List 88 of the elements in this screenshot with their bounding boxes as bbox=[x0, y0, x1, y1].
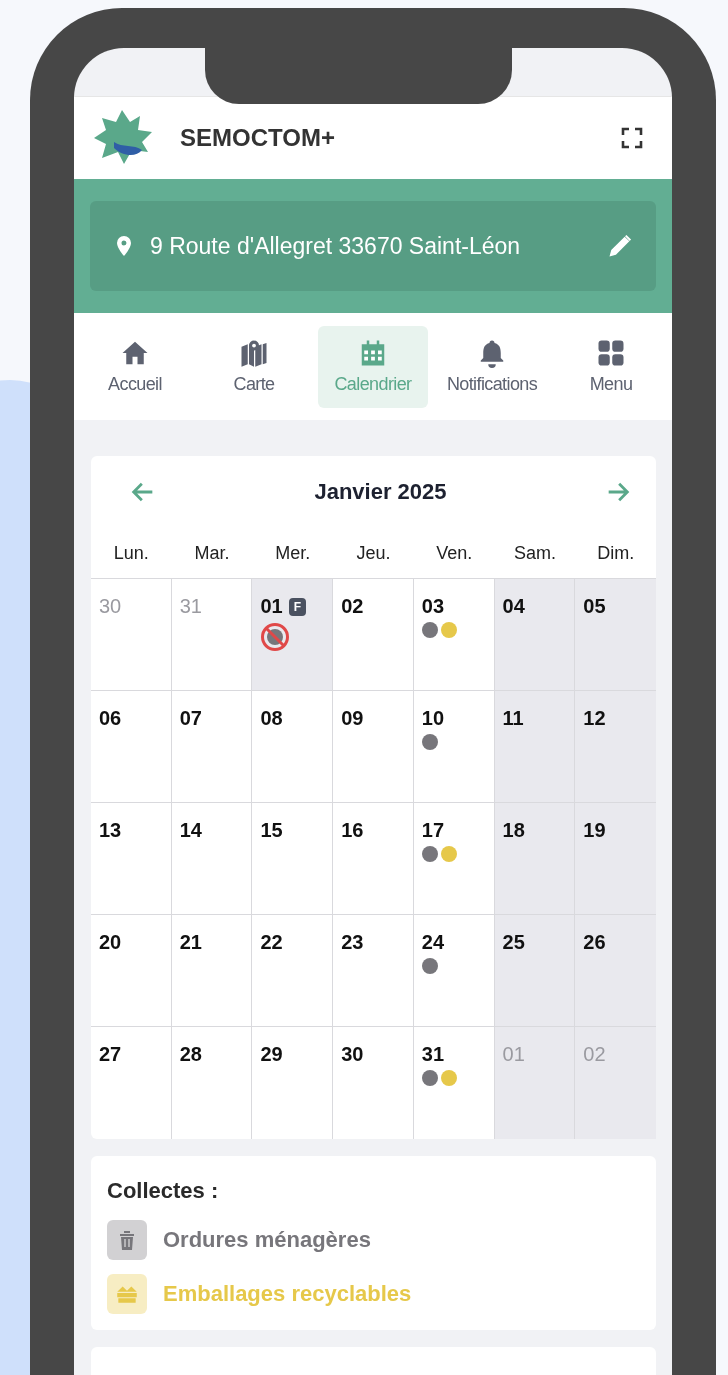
weekday-label: Sam. bbox=[512, 542, 557, 564]
day-cell[interactable]: 12 bbox=[575, 691, 656, 803]
day-number: 28 bbox=[179, 1043, 202, 1066]
day-cell[interactable]: 20 bbox=[91, 915, 172, 1027]
weekday-label: Ven. bbox=[435, 542, 474, 564]
day-cell[interactable]: 27 bbox=[91, 1027, 172, 1139]
day-number: 26 bbox=[583, 931, 606, 954]
legend-title: Collectes : bbox=[107, 1178, 220, 1204]
day-cell[interactable]: 24 bbox=[413, 915, 495, 1027]
day-number: 09 bbox=[341, 707, 364, 730]
day-cell[interactable]: 04 bbox=[494, 579, 576, 691]
day-cell[interactable]: 05 bbox=[575, 579, 656, 691]
day-cell[interactable]: 21 bbox=[171, 915, 253, 1027]
legend-label: Emballages recyclables bbox=[163, 1281, 412, 1307]
day-cell[interactable]: 03 bbox=[413, 579, 495, 691]
app-title: SEMOCTOM+ bbox=[180, 124, 336, 152]
day-number: 30 bbox=[341, 1043, 364, 1066]
weekday-label: Lun. bbox=[112, 542, 150, 564]
day-cell[interactable]: 10 bbox=[413, 691, 495, 803]
weekday-label: Mer. bbox=[274, 542, 312, 564]
day-cell[interactable]: 15 bbox=[252, 803, 334, 915]
day-number: 31 bbox=[421, 1043, 445, 1066]
weekday-label: Dim. bbox=[596, 542, 636, 564]
month-title: Janvier 2025 bbox=[314, 479, 447, 505]
legend-label: Ordures ménagères bbox=[163, 1227, 371, 1253]
day-number: 25 bbox=[502, 931, 525, 954]
day-cell[interactable]: 30 bbox=[333, 1027, 414, 1139]
day-number: 11 bbox=[502, 707, 524, 730]
day-cell[interactable]: 25 bbox=[494, 915, 576, 1027]
day-number: 24 bbox=[421, 931, 445, 954]
day-number: 05 bbox=[583, 595, 606, 618]
weekday-label: Jeu. bbox=[355, 542, 392, 564]
day-cell[interactable]: 09 bbox=[333, 691, 414, 803]
day-cell[interactable]: 02 bbox=[333, 579, 414, 691]
day-cell[interactable]: 26 bbox=[575, 915, 656, 1027]
address-text: 9 Route d'Allegret 33670 Saint-Léon bbox=[150, 232, 522, 260]
nav-tab[interactable]: Notifications bbox=[437, 325, 547, 408]
day-number: 14 bbox=[179, 819, 202, 842]
day-cell[interactable]: 07 bbox=[171, 691, 253, 803]
day-number: 12 bbox=[583, 707, 606, 730]
day-number: 29 bbox=[260, 1043, 283, 1066]
day-number: 08 bbox=[260, 707, 283, 730]
day-number: 30 bbox=[99, 595, 122, 618]
day-number: 07 bbox=[179, 707, 202, 730]
day-number: 06 bbox=[99, 707, 122, 730]
day-number: 31 bbox=[179, 595, 202, 618]
day-cell[interactable]: 11 bbox=[494, 691, 576, 803]
day-number: 18 bbox=[502, 819, 525, 842]
day-number: 15 bbox=[260, 819, 283, 842]
day-number: 10 bbox=[421, 707, 445, 730]
nav-tab[interactable]: Menu bbox=[556, 325, 666, 408]
day-cell[interactable]: 14 bbox=[171, 803, 253, 915]
day-cell[interactable]: 31 bbox=[413, 1027, 495, 1139]
day-number: 16 bbox=[341, 819, 364, 842]
day-number: 19 bbox=[583, 819, 606, 842]
day-number: 01 bbox=[260, 595, 283, 618]
day-number: 20 bbox=[99, 931, 122, 954]
grid-icon bbox=[596, 338, 626, 368]
day-number: 27 bbox=[99, 1043, 122, 1066]
holiday-badge: F bbox=[288, 597, 306, 616]
day-cell[interactable]: 16 bbox=[333, 803, 414, 915]
nav-tab[interactable]: Accueil bbox=[80, 325, 190, 408]
day-number: 13 bbox=[99, 819, 122, 842]
day-cell[interactable]: 18 bbox=[494, 803, 576, 915]
day-number: 04 bbox=[502, 595, 525, 618]
map-icon bbox=[239, 338, 269, 368]
day-cell[interactable]: 29 bbox=[252, 1027, 334, 1139]
day-number: 01 bbox=[502, 1043, 525, 1066]
day-cell[interactable]: 28 bbox=[171, 1027, 253, 1139]
day-cell[interactable]: 13 bbox=[91, 803, 172, 915]
day-cell[interactable]: 22 bbox=[252, 915, 334, 1027]
fullscreen-icon bbox=[620, 126, 644, 150]
day-number: 03 bbox=[421, 595, 445, 618]
day-cell[interactable]: 17 bbox=[413, 803, 495, 915]
day-number: 02 bbox=[583, 1043, 606, 1066]
day-number: 23 bbox=[341, 931, 364, 954]
day-cell[interactable]: 06 bbox=[91, 691, 172, 803]
day-cell[interactable]: 08 bbox=[252, 691, 334, 803]
fullscreen-button[interactable] bbox=[620, 126, 644, 150]
day-number: 22 bbox=[260, 931, 283, 954]
day-number: 02 bbox=[341, 595, 364, 618]
day-cell[interactable]: 01 F bbox=[252, 579, 334, 691]
day-number: 17 bbox=[421, 819, 445, 842]
day-cell[interactable]: 19 bbox=[575, 803, 656, 915]
day-number: 21 bbox=[179, 931, 202, 954]
day-cell[interactable]: 23 bbox=[333, 915, 414, 1027]
nav-tab[interactable]: Carte bbox=[199, 325, 309, 408]
weekday-label: Mar. bbox=[193, 542, 231, 564]
